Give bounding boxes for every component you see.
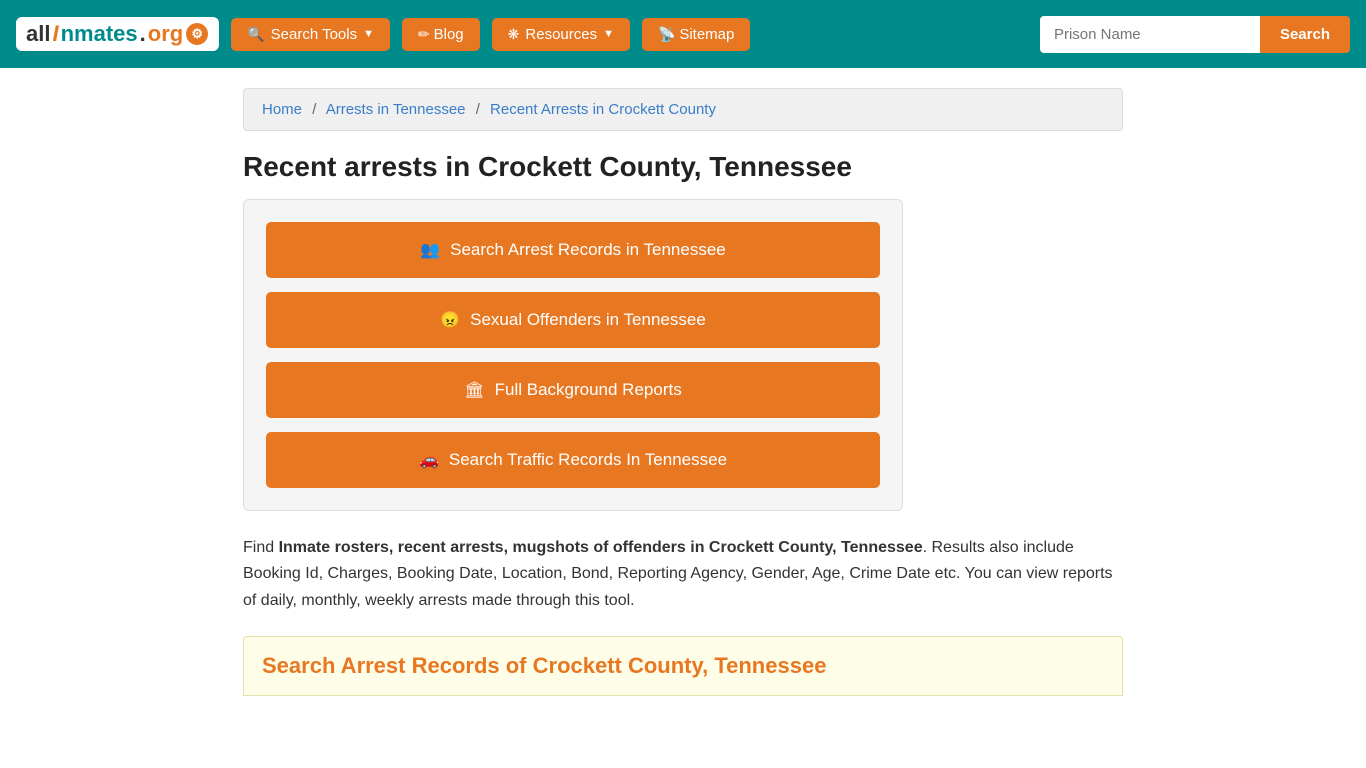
site-logo[interactable]: allInmates.org⚙ [16,17,219,51]
logo-org: org [148,21,183,47]
sitemap-label: Sitemap [679,26,734,43]
logo-i: I [52,21,58,47]
users-icon [420,240,440,260]
search-arrest-records-button[interactable]: Search Arrest Records in Tennessee [266,222,880,278]
search-section-heading: Search Arrest Records of Crockett County… [243,636,1123,696]
car-icon [419,450,439,470]
description-paragraph: Find Inmate rosters, recent arrests, mug… [243,535,1123,614]
background-reports-label: Full Background Reports [495,380,682,400]
action-button-card: Search Arrest Records in Tennessee Sexua… [243,199,903,511]
breadcrumb-arrests-tennessee[interactable]: Arrests in Tennessee [326,101,466,118]
logo-dot: . [140,21,146,47]
search-arrest-records-label: Search Arrest Records in Tennessee [450,240,726,260]
navbar: allInmates.org⚙ Search Tools ▼ Blog Reso… [0,0,1366,68]
offender-icon [440,310,460,330]
page-title: Recent arrests in Crockett County, Tenne… [243,151,1123,183]
building-icon [464,380,484,400]
search-tools-button[interactable]: Search Tools ▼ [231,18,390,51]
breadcrumb-home[interactable]: Home [262,101,302,118]
resources-button[interactable]: Resources ▼ [492,18,630,51]
blog-label: Blog [434,26,464,43]
prison-search-bar: Search [1040,16,1350,53]
logo-nmates: nmates [61,21,138,47]
blog-button[interactable]: Blog [402,18,480,51]
logo-badge: ⚙ [186,23,208,45]
prison-search-button[interactable]: Search [1260,16,1350,53]
breadcrumb-current: Recent Arrests in Crockett County [490,101,716,118]
sitemap-button[interactable]: Sitemap [642,18,750,51]
traffic-records-button[interactable]: Search Traffic Records In Tennessee [266,432,880,488]
description-intro: Find [243,539,279,556]
sexual-offenders-button[interactable]: Sexual Offenders in Tennessee [266,292,880,348]
prison-search-button-label: Search [1280,26,1330,43]
description-bold: Inmate rosters, recent arrests, mugshots… [279,539,923,556]
sitemap-icon [658,26,679,43]
search-tools-caret: ▼ [363,28,374,40]
traffic-records-label: Search Traffic Records In Tennessee [449,450,727,470]
main-content: Home / Arrests in Tennessee / Recent Arr… [223,68,1143,716]
breadcrumb-sep-2: / [476,101,480,118]
background-reports-button[interactable]: Full Background Reports [266,362,880,418]
sexual-offenders-label: Sexual Offenders in Tennessee [470,310,706,330]
search-tools-icon [247,26,264,43]
prison-search-input[interactable] [1040,16,1260,53]
logo-all: all [26,21,50,47]
resources-icon [508,26,520,43]
breadcrumb-sep-1: / [312,101,316,118]
resources-label: Resources [525,26,597,43]
resources-caret: ▼ [603,28,614,40]
search-tools-label: Search Tools [271,26,357,43]
blog-icon [418,26,434,43]
breadcrumb: Home / Arrests in Tennessee / Recent Arr… [243,88,1123,131]
